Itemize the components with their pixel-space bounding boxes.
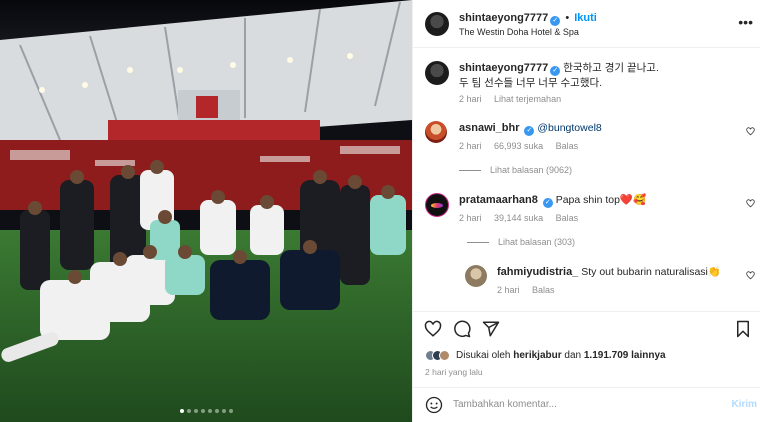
post-photo[interactable] — [0, 0, 412, 422]
comment-meta: 2 hari 39,144 suka Balas — [459, 213, 588, 223]
share-send-icon[interactable] — [482, 320, 500, 338]
follow-button[interactable]: Ikuti — [574, 12, 597, 24]
author-avatar[interactable] — [425, 12, 449, 36]
separator-dot: • — [565, 12, 570, 24]
like-heart-icon[interactable] — [424, 320, 442, 338]
verified-badge-icon: ✓ — [542, 198, 553, 208]
post-details-panel: shintaeyong7777 ✓ • Ikuti The Westin Doha… — [412, 0, 760, 422]
carousel-dot[interactable] — [228, 409, 233, 413]
comment-body: pratamaarhan8 ✓ Papa shin top❤️🥰 — [459, 193, 646, 208]
carousel-dot[interactable] — [214, 409, 219, 413]
reply-line-divider — [459, 169, 481, 171]
reply-line-divider — [467, 241, 489, 243]
comment-username[interactable]: fahmiyudistria_ — [497, 266, 578, 278]
carousel-dot[interactable] — [221, 409, 226, 413]
carousel-dot[interactable] — [193, 409, 198, 413]
view-replies-label: Lihat balasan (303) — [498, 237, 576, 247]
comment-time[interactable]: 2 hari — [459, 213, 482, 223]
carousel-dot[interactable] — [200, 409, 205, 413]
reply-button[interactable]: Balas — [532, 285, 555, 295]
comment-avatar[interactable] — [425, 193, 449, 217]
caption-text-line2: 두 팀 선수들 너무 너무 수고했다. — [459, 77, 603, 89]
add-comment-bar: Tambahkan komentar... Kirim — [413, 387, 760, 422]
comment-bubble-icon[interactable] — [453, 320, 471, 338]
comment-body: fahmiyudistria_ Sty out bubarin naturali… — [497, 265, 721, 279]
bookmark-save-icon[interactable] — [735, 320, 751, 338]
view-replies-button[interactable]: Lihat balasan (303) — [467, 237, 575, 247]
liker-avatar — [439, 350, 450, 361]
view-replies-button[interactable]: Lihat balasan (9062) — [459, 165, 572, 175]
instagram-post-modal: shintaeyong7777 ✓ • Ikuti The Westin Doha… — [0, 0, 760, 422]
comment-meta: 2 hari 66,993 suka Balas — [459, 141, 588, 151]
caption-username[interactable]: shintaeyong7777 — [459, 62, 548, 74]
post-actions: Disukai oleh herikjabur dan 1.191.709 la… — [413, 311, 760, 387]
carousel-indicator — [0, 409, 412, 413]
carousel-dot[interactable] — [186, 409, 191, 413]
carousel-dot[interactable] — [179, 409, 184, 413]
like-comment-icon[interactable] — [746, 127, 755, 136]
liked-by-user[interactable]: herikjabur — [513, 350, 561, 361]
caption-time[interactable]: 2 hari — [459, 94, 482, 104]
post-location[interactable]: The Westin Doha Hotel & Spa — [459, 27, 579, 37]
post-time-ago[interactable]: 2 hari yang lalu — [425, 367, 483, 377]
liked-by-and: dan — [564, 350, 582, 361]
reply-button[interactable]: Balas — [556, 213, 579, 223]
post-header: shintaeyong7777 ✓ • Ikuti The Westin Doha… — [413, 0, 760, 48]
carousel-dot[interactable] — [207, 409, 212, 413]
emoji-icon[interactable] — [425, 396, 443, 414]
liked-by-line: Disukai oleh herikjabur dan 1.191.709 la… — [425, 350, 666, 361]
comment-meta: 2 hari Balas — [497, 285, 565, 295]
comment-likes[interactable]: 66,993 suka — [494, 141, 543, 151]
liked-by-count[interactable]: 1.191.709 lainnya — [584, 350, 666, 361]
like-comment-icon[interactable] — [746, 199, 755, 208]
see-translation-link[interactable]: Lihat terjemahan — [494, 94, 561, 104]
caption: shintaeyong7777 ✓ 한국하고 경기 끝나고. 두 팀 선수들 너무… — [459, 61, 749, 90]
comment-text[interactable]: @bungtowel8 — [537, 122, 601, 134]
comment-body: asnawi_bhr ✓ @bungtowel8 — [459, 121, 602, 136]
comment-likes[interactable]: 39,144 suka — [494, 213, 543, 223]
comment-time[interactable]: 2 hari — [497, 285, 520, 295]
verified-badge-icon: ✓ — [524, 126, 535, 136]
caption-author-avatar[interactable] — [425, 61, 449, 85]
author-username[interactable]: shintaeyong7777 — [459, 12, 548, 24]
comment-text: Sty out bubarin naturalisasi👏 — [581, 266, 721, 278]
liked-by-prefix: Disukai oleh — [456, 350, 511, 361]
comment-text: Papa shin top❤️🥰 — [555, 194, 647, 206]
verified-badge-icon: ✓ — [550, 66, 561, 76]
caption-text-line1: 한국하고 경기 끝나고. — [563, 62, 659, 74]
verified-badge-icon: ✓ — [550, 16, 561, 26]
comment-username[interactable]: asnawi_bhr — [459, 122, 520, 134]
comment-input[interactable]: Tambahkan komentar... — [453, 399, 557, 410]
comment-avatar[interactable] — [425, 121, 447, 143]
more-options-icon[interactable]: ••• — [738, 14, 753, 30]
comments-section[interactable]: shintaeyong7777 ✓ 한국하고 경기 끝나고. 두 팀 선수들 너무… — [413, 49, 760, 311]
comment-time[interactable]: 2 hari — [459, 141, 482, 151]
team-photo-illustration — [0, 0, 412, 422]
comment-avatar[interactable] — [465, 265, 487, 287]
caption-meta: 2 hari Lihat terjemahan — [459, 94, 571, 104]
comment-username[interactable]: pratamaarhan8 — [459, 194, 538, 206]
post-comment-button[interactable]: Kirim — [731, 399, 757, 410]
view-replies-label: Lihat balasan (9062) — [490, 165, 573, 175]
author-line: shintaeyong7777 ✓ • Ikuti — [459, 12, 597, 26]
reply-button[interactable]: Balas — [556, 141, 579, 151]
like-comment-icon[interactable] — [746, 271, 755, 280]
